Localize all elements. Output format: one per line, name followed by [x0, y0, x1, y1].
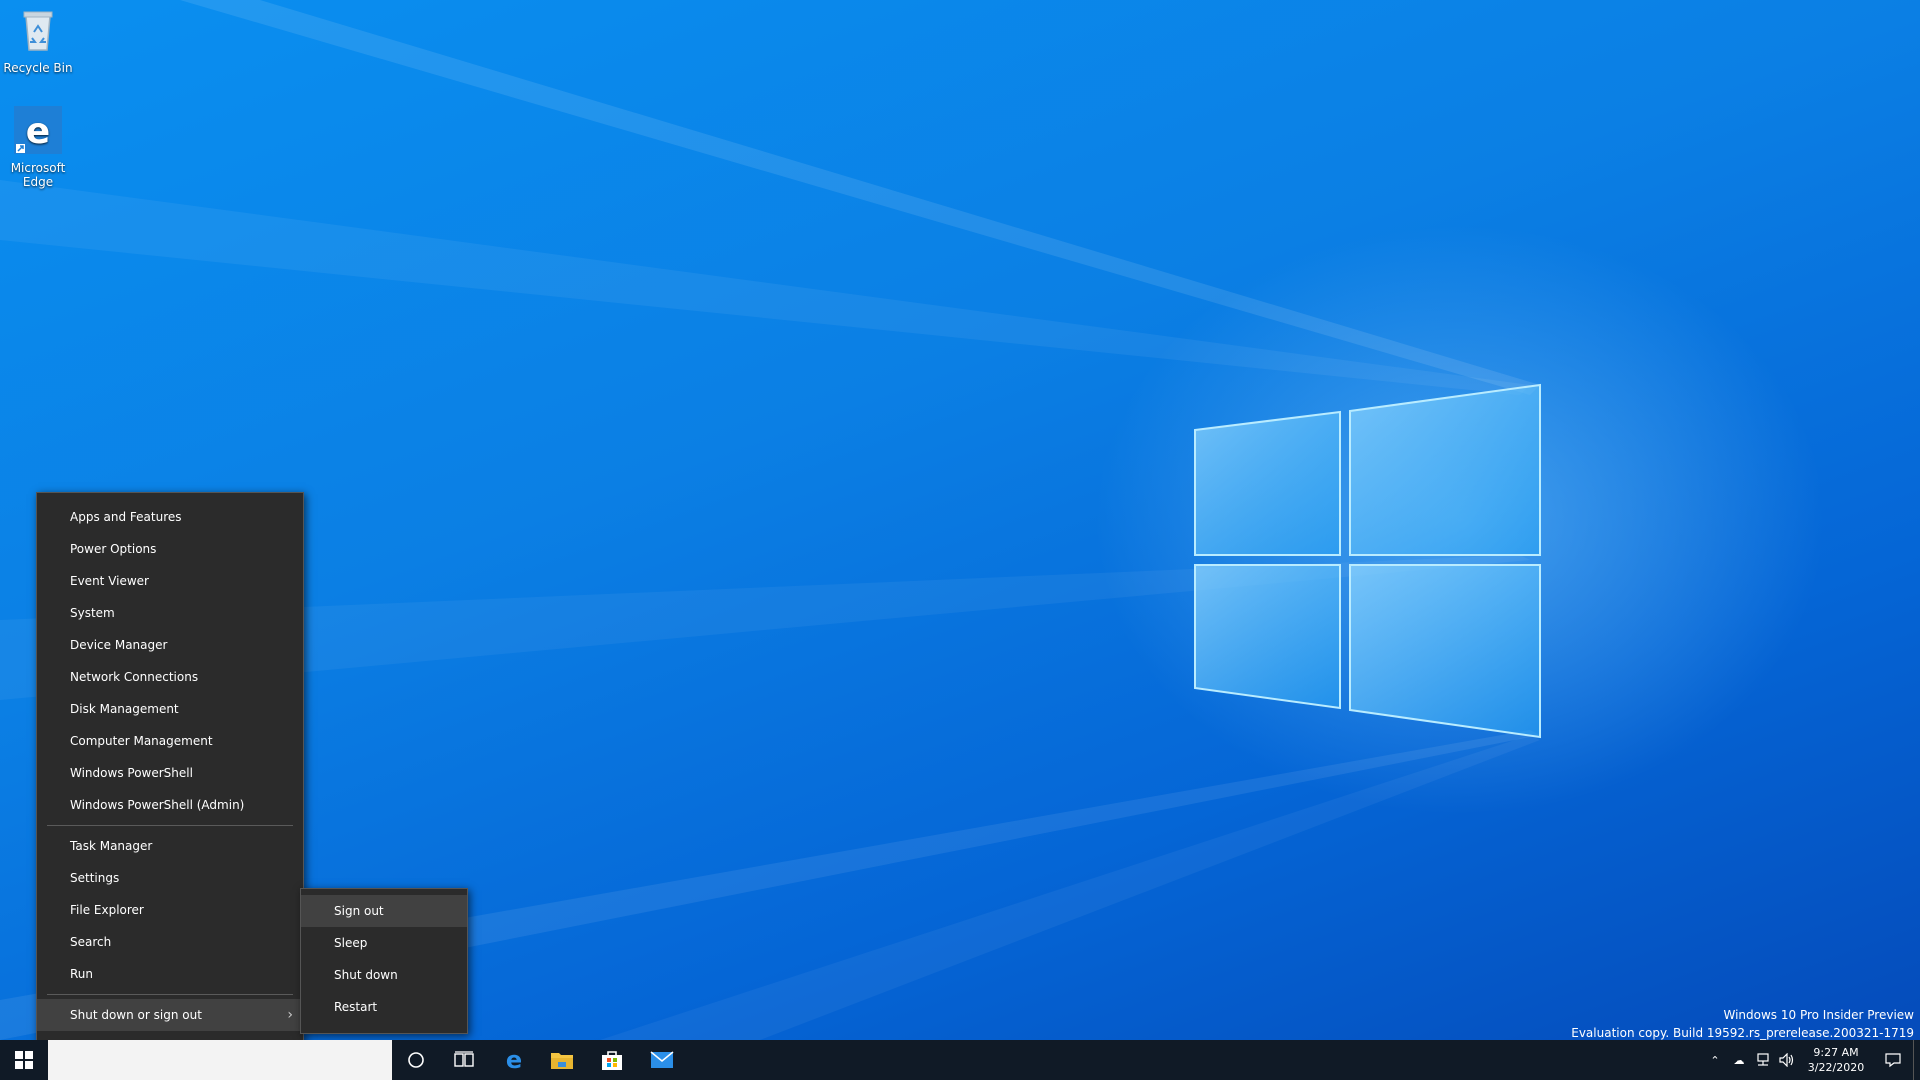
system-tray: ⌃ ☁ 9:27 AM 3/22/2020: [1703, 1040, 1920, 1080]
task-view-button[interactable]: [440, 1040, 488, 1080]
svg-text:e: e: [26, 111, 50, 152]
menu-item-system[interactable]: System: [37, 597, 303, 629]
menu-item-network-connections[interactable]: Network Connections: [37, 661, 303, 693]
menu-item-power-options[interactable]: Power Options: [37, 533, 303, 565]
start-button[interactable]: [0, 1040, 48, 1080]
notification-icon: [1885, 1053, 1901, 1068]
task-view-icon: [454, 1051, 474, 1067]
winx-context-menu: Apps and Features Power Options Event Vi…: [36, 492, 304, 1070]
cortana-circle-icon: [408, 1052, 424, 1068]
chevron-up-icon: ⌃: [1710, 1053, 1720, 1067]
taskbar-edge-button[interactable]: e: [490, 1040, 538, 1080]
menu-item-windows-powershell-admin[interactable]: Windows PowerShell (Admin): [37, 789, 303, 821]
show-desktop-button[interactable]: [1913, 1040, 1920, 1080]
taskbar-store-button[interactable]: [588, 1040, 636, 1080]
cloud-icon: ☁: [1733, 1053, 1745, 1067]
taskbar-file-explorer-button[interactable]: [538, 1040, 586, 1080]
desktop-icon-microsoft-edge[interactable]: e Microsoft Edge: [0, 106, 76, 189]
taskbar-search-box[interactable]: [48, 1040, 392, 1080]
cortana-button[interactable]: [392, 1040, 440, 1080]
chevron-right-icon: ›: [287, 1007, 293, 1023]
desktop-icon-recycle-bin[interactable]: Recycle Bin: [0, 6, 76, 75]
tray-overflow-button[interactable]: ⌃: [1703, 1040, 1727, 1080]
menu-item-apps-and-features[interactable]: Apps and Features: [37, 501, 303, 533]
edge-icon: e: [14, 106, 62, 154]
svg-text:e: e: [506, 1048, 522, 1072]
windows-start-icon: [15, 1051, 33, 1069]
watermark-edition: Windows 10 Pro Insider Preview: [1723, 1008, 1914, 1022]
volume-icon: [1779, 1053, 1794, 1067]
menu-separator: [47, 994, 293, 995]
mail-icon: [650, 1051, 674, 1068]
submenu-item-shut-down[interactable]: Shut down: [301, 959, 467, 991]
menu-item-shut-down-or-sign-out[interactable]: Shut down or sign out ›: [37, 999, 303, 1031]
submenu-item-restart[interactable]: Restart: [301, 991, 467, 1023]
windows-logo-graphic: [1194, 383, 1541, 739]
file-explorer-icon: [551, 1053, 573, 1069]
store-icon: [602, 1051, 622, 1070]
submenu-item-sleep[interactable]: Sleep: [301, 927, 467, 959]
taskbar-mail-button[interactable]: [638, 1040, 686, 1080]
network-icon: [1757, 1053, 1769, 1066]
edge-icon: e: [506, 1048, 522, 1072]
menu-item-label: Shut down or sign out: [70, 1008, 202, 1022]
menu-item-file-explorer[interactable]: File Explorer: [37, 894, 303, 926]
clock-date: 3/22/2020: [1807, 1061, 1865, 1074]
action-center-button[interactable]: [1873, 1040, 1913, 1080]
tray-network-button[interactable]: [1751, 1040, 1775, 1080]
menu-item-disk-management[interactable]: Disk Management: [37, 693, 303, 725]
taskbar: e ⌃ ☁ 9:27 AM 3/22/2020: [0, 1040, 1920, 1080]
evaluation-watermark: Windows 10 Pro Insider Preview Evaluatio…: [1571, 1006, 1914, 1042]
menu-item-device-manager[interactable]: Device Manager: [37, 629, 303, 661]
tray-volume-button[interactable]: [1775, 1040, 1799, 1080]
menu-item-windows-powershell[interactable]: Windows PowerShell: [37, 757, 303, 789]
tray-onedrive-button[interactable]: ☁: [1727, 1040, 1751, 1080]
taskbar-clock[interactable]: 9:27 AM 3/22/2020: [1799, 1045, 1873, 1075]
menu-separator: [47, 825, 293, 826]
desktop-icon-label: Microsoft Edge: [10, 161, 66, 189]
desktop-icon-label: Recycle Bin: [3, 61, 73, 75]
submenu-item-sign-out[interactable]: Sign out: [301, 895, 467, 927]
menu-item-run[interactable]: Run: [37, 958, 303, 990]
menu-item-settings[interactable]: Settings: [37, 862, 303, 894]
shutdown-submenu: Sign out Sleep Shut down Restart: [300, 888, 468, 1034]
menu-item-event-viewer[interactable]: Event Viewer: [37, 565, 303, 597]
menu-item-task-manager[interactable]: Task Manager: [37, 830, 303, 862]
menu-item-computer-management[interactable]: Computer Management: [37, 725, 303, 757]
menu-item-search[interactable]: Search: [37, 926, 303, 958]
clock-time: 9:27 AM: [1813, 1046, 1859, 1059]
recycle-bin-icon: [23, 11, 53, 51]
